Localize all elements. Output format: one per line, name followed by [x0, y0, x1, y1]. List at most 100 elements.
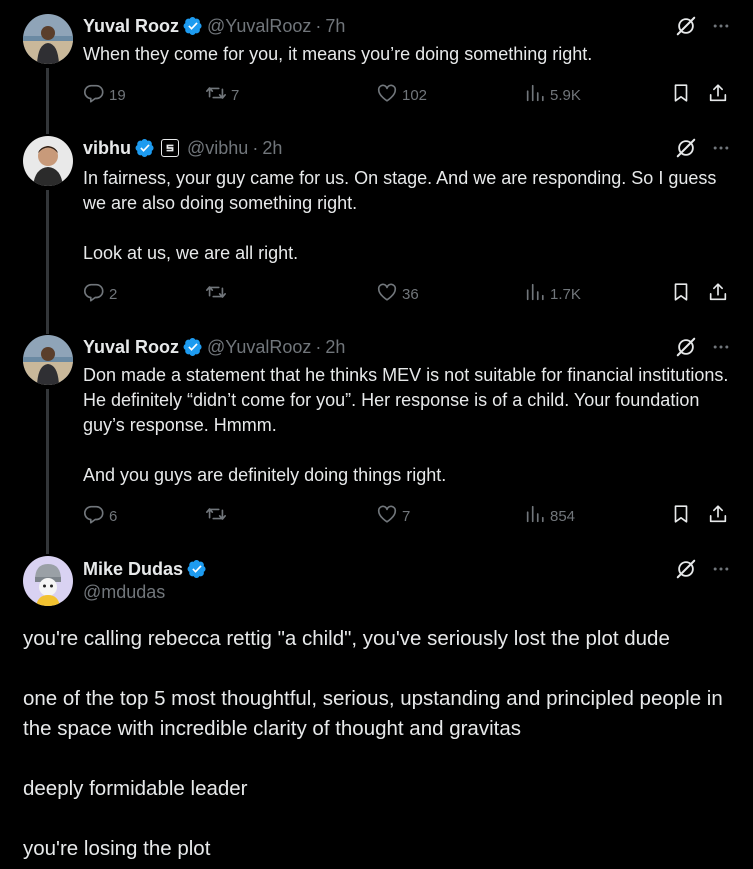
like-button[interactable]: 102: [376, 82, 427, 108]
share-button[interactable]: [707, 82, 733, 108]
retweet-count: 7: [231, 86, 240, 104]
more-icon[interactable]: [711, 559, 731, 579]
timestamp[interactable]: 7h: [325, 16, 345, 37]
thread-connector: [46, 190, 49, 334]
tweet-text: When they come for you, it means you’re …: [83, 42, 723, 67]
like-button[interactable]: 36: [376, 281, 419, 307]
tweet-paragraph: When they come for you, it means you’re …: [83, 44, 593, 64]
bookmark-button[interactable]: [670, 281, 696, 307]
reply-button[interactable]: 6: [83, 503, 117, 529]
views-button[interactable]: 854: [524, 503, 575, 529]
verified-badge-icon: [187, 559, 207, 579]
main-tweet: Mike Dudas @mdudas you're calling rebecc…: [0, 544, 753, 869]
share-button[interactable]: [707, 503, 733, 529]
username[interactable]: @vibhu: [187, 138, 248, 159]
retweet-icon: [205, 82, 231, 108]
reply-tweet[interactable]: vibhu @vibhu · 2h In fairness, your guy …: [0, 124, 753, 334]
tweet-top-actions: [675, 137, 731, 159]
verified-badge-icon: [183, 16, 203, 36]
tweet-header: Yuval Rooz @YuvalRooz · 7h: [83, 14, 345, 38]
reply-tweet[interactable]: Yuval Rooz @YuvalRooz · 2h Don made a st…: [0, 324, 753, 554]
separator-dot: ·: [315, 336, 322, 357]
thread-connector: [46, 389, 49, 554]
retweet-button[interactable]: 7: [205, 82, 239, 108]
reply-count: 2: [109, 285, 118, 303]
avatar[interactable]: [23, 335, 73, 385]
like-icon: [376, 503, 402, 529]
display-name[interactable]: Yuval Rooz: [83, 16, 179, 37]
tweet-top-actions: [675, 336, 731, 358]
views-button[interactable]: 5.9K: [524, 82, 581, 108]
more-icon[interactable]: [711, 138, 731, 158]
tweet-text: Don made a statement that he thinks MEV …: [83, 363, 733, 488]
display-name[interactable]: vibhu: [83, 138, 131, 159]
bookmark-button[interactable]: [670, 82, 696, 108]
tweet-paragraph: deeply formidable leader: [23, 777, 248, 800]
bookmark-icon: [670, 503, 696, 529]
timestamp[interactable]: 2h: [262, 138, 282, 159]
reply-button[interactable]: 2: [83, 281, 117, 307]
avatar[interactable]: [23, 136, 73, 186]
verified-badge-icon: [135, 138, 155, 158]
reply-icon: [83, 281, 109, 307]
tweet-actions: 6 7 854: [83, 504, 729, 528]
tweet-paragraph: In fairness, your guy came for us. On st…: [83, 168, 717, 213]
display-name[interactable]: Yuval Rooz: [83, 337, 179, 358]
timestamp[interactable]: 2h: [325, 337, 345, 358]
tweet-top-actions: [675, 558, 731, 580]
retweet-button[interactable]: [205, 281, 231, 307]
username[interactable]: @YuvalRooz: [207, 337, 311, 358]
tweet-header: vibhu @vibhu · 2h: [83, 136, 282, 160]
tweet-text: you're calling rebecca rettig "a child",…: [23, 624, 733, 864]
like-count: 102: [402, 86, 428, 104]
like-icon: [376, 82, 402, 108]
tweet-paragraph: Don made a statement that he thinks MEV …: [83, 365, 729, 435]
like-count: 36: [402, 285, 419, 303]
views-icon: [524, 281, 550, 307]
separator-dot: ·: [252, 137, 259, 158]
affiliate-badge-icon[interactable]: [161, 139, 179, 157]
username[interactable]: @mdudas: [83, 582, 165, 603]
tweet-actions: 2 36 1.7K: [83, 282, 729, 306]
grok-icon[interactable]: [675, 558, 697, 580]
tweet-actions: 19 7 102 5.9K: [83, 83, 729, 107]
reply-count: 19: [109, 86, 126, 104]
bookmark-button[interactable]: [670, 503, 696, 529]
reply-icon: [83, 503, 109, 529]
reply-tweet[interactable]: Yuval Rooz @YuvalRooz · 7h When they com…: [0, 0, 753, 134]
share-icon: [707, 82, 733, 108]
grok-icon[interactable]: [675, 137, 697, 159]
more-icon[interactable]: [711, 16, 731, 36]
tweet-text: In fairness, your guy came for us. On st…: [83, 166, 723, 266]
tweet-header: Mike Dudas: [83, 557, 207, 581]
view-count: 5.9K: [550, 86, 581, 104]
view-count: 1.7K: [550, 285, 581, 303]
tweet-paragraph: one of the top 5 most thoughtful, seriou…: [23, 687, 723, 740]
like-icon: [376, 281, 402, 307]
reply-count: 6: [109, 507, 118, 525]
separator-dot: ·: [315, 15, 322, 36]
reply-icon: [83, 82, 109, 108]
username[interactable]: @YuvalRooz: [207, 16, 311, 37]
more-icon[interactable]: [711, 337, 731, 357]
views-icon: [524, 82, 550, 108]
display-name[interactable]: Mike Dudas: [83, 559, 183, 580]
share-button[interactable]: [707, 281, 733, 307]
grok-icon[interactable]: [675, 15, 697, 37]
avatar[interactable]: [23, 14, 73, 64]
tweet-top-actions: [675, 15, 731, 37]
view-count: 854: [550, 507, 576, 525]
views-icon: [524, 503, 550, 529]
like-button[interactable]: 7: [376, 503, 410, 529]
reply-button[interactable]: 19: [83, 82, 126, 108]
bookmark-icon: [670, 82, 696, 108]
tweet-paragraph: And you guys are definitely doing things…: [83, 465, 447, 485]
tweet-paragraph: you're losing the plot: [23, 837, 211, 860]
share-icon: [707, 503, 733, 529]
grok-icon[interactable]: [675, 336, 697, 358]
tweet-header: Yuval Rooz @YuvalRooz · 2h: [83, 335, 345, 359]
retweet-icon: [205, 281, 231, 307]
retweet-button[interactable]: [205, 503, 231, 529]
avatar[interactable]: [23, 556, 73, 606]
views-button[interactable]: 1.7K: [524, 281, 581, 307]
